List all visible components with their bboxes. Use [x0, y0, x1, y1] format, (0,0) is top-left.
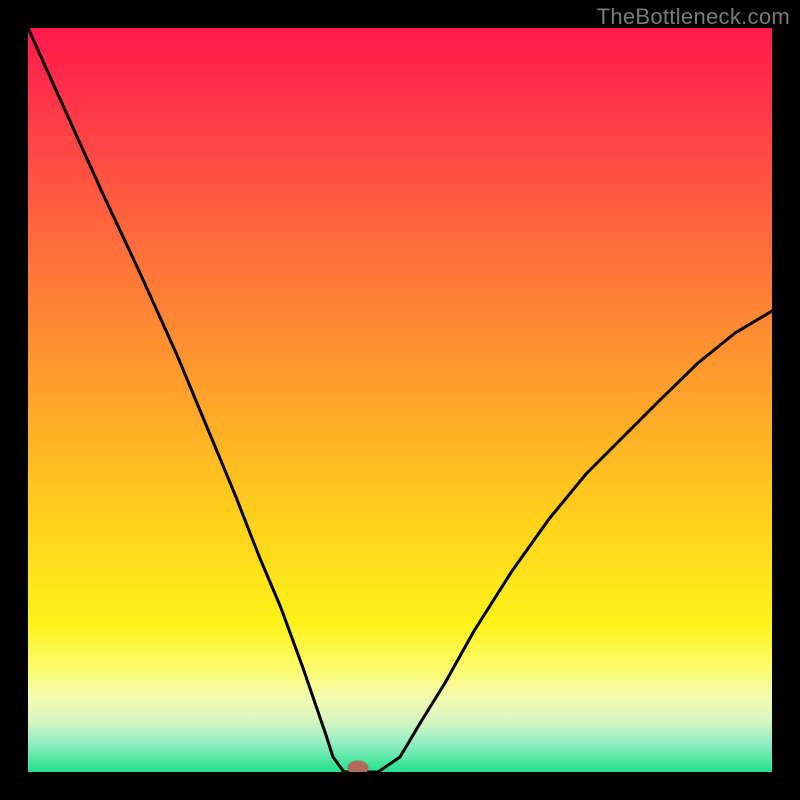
- chart-frame: TheBottleneck.com: [0, 0, 800, 800]
- bottleneck-curve: [28, 28, 772, 772]
- optimal-point-marker: [348, 761, 368, 772]
- plot-area: [28, 28, 772, 772]
- curve-path: [28, 28, 772, 772]
- watermark-text: TheBottleneck.com: [597, 4, 790, 30]
